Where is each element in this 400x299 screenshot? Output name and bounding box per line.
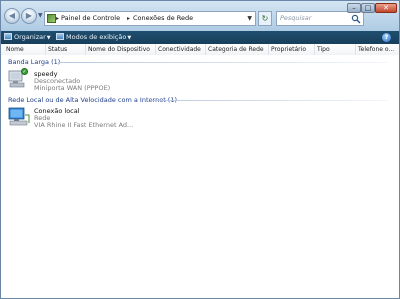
column-owner[interactable]: Proprietário (269, 44, 315, 55)
help-icon[interactable]: ? (382, 33, 391, 42)
organize-icon (4, 33, 12, 40)
back-button[interactable]: ◀ (4, 8, 20, 24)
command-bar: Organizar▼ Modos de exibição▼ ? (0, 31, 400, 45)
address-dropdown-icon[interactable]: ▼ (247, 12, 252, 25)
connected-check-icon: ✓ (21, 68, 28, 75)
refresh-button[interactable]: ↻ (258, 11, 272, 26)
organize-label: Organizar (14, 33, 46, 41)
connection-device: Miniporta WAN (PPPOE) (34, 84, 111, 92)
control-panel-icon (47, 14, 56, 23)
breadcrumb-control-panel[interactable]: Painel de Controle (61, 12, 120, 25)
column-connectivity[interactable]: Conectividade (156, 44, 206, 55)
address-bar[interactable]: ▸ Painel de Controle ▸ Conexões de Rede … (44, 11, 256, 26)
navigation-bar: ◀ ▶ ▼ ▸ Painel de Controle ▸ Conexões de… (0, 0, 400, 31)
breadcrumb-chevron-icon[interactable]: ▸ (56, 12, 59, 25)
views-button[interactable]: Modos de exibição▼ (56, 31, 131, 44)
organize-button[interactable]: Organizar▼ (4, 31, 51, 44)
views-icon (56, 33, 64, 40)
search-icon[interactable] (351, 14, 361, 24)
column-name[interactable]: Nome (4, 44, 46, 55)
close-button[interactable]: ✕ (375, 3, 397, 13)
chevron-down-icon: ▼ (46, 35, 51, 41)
column-network-category[interactable]: Categoria de Rede (206, 44, 269, 55)
breadcrumb-network-connections[interactable]: Conexões de Rede (133, 12, 193, 25)
views-label: Modos de exibição (66, 33, 127, 41)
column-type[interactable]: Tipo (315, 44, 356, 55)
group-divider (58, 62, 388, 63)
window: ◀ ▶ ▼ ▸ Painel de Controle ▸ Conexões de… (0, 0, 400, 299)
maximize-button[interactable]: □ (361, 3, 375, 13)
minimize-button[interactable]: – (347, 3, 361, 13)
network-computer-icon (8, 107, 30, 126)
chevron-down-icon: ▼ (127, 35, 132, 41)
column-phone[interactable]: Telefone o... (356, 44, 400, 55)
search-input[interactable]: Pesquisar (276, 11, 364, 26)
connections-list: Banda Larga (1) ✓ speedy Desconectado Mi… (0, 55, 400, 299)
forward-button[interactable]: ▶ (21, 8, 37, 24)
breadcrumb-chevron-icon[interactable]: ▸ (127, 12, 130, 25)
search-placeholder: Pesquisar (280, 14, 312, 22)
column-device-name[interactable]: Nome do Dispositivo (86, 44, 156, 55)
column-status[interactable]: Status (46, 44, 86, 55)
connection-device: VIA Rhine II Fast Ethernet Ad... (34, 121, 134, 129)
recent-pages-dropdown-icon[interactable]: ▼ (38, 12, 43, 19)
group-header-broadband[interactable]: Banda Larga (1) (8, 58, 60, 66)
group-divider (150, 100, 388, 101)
